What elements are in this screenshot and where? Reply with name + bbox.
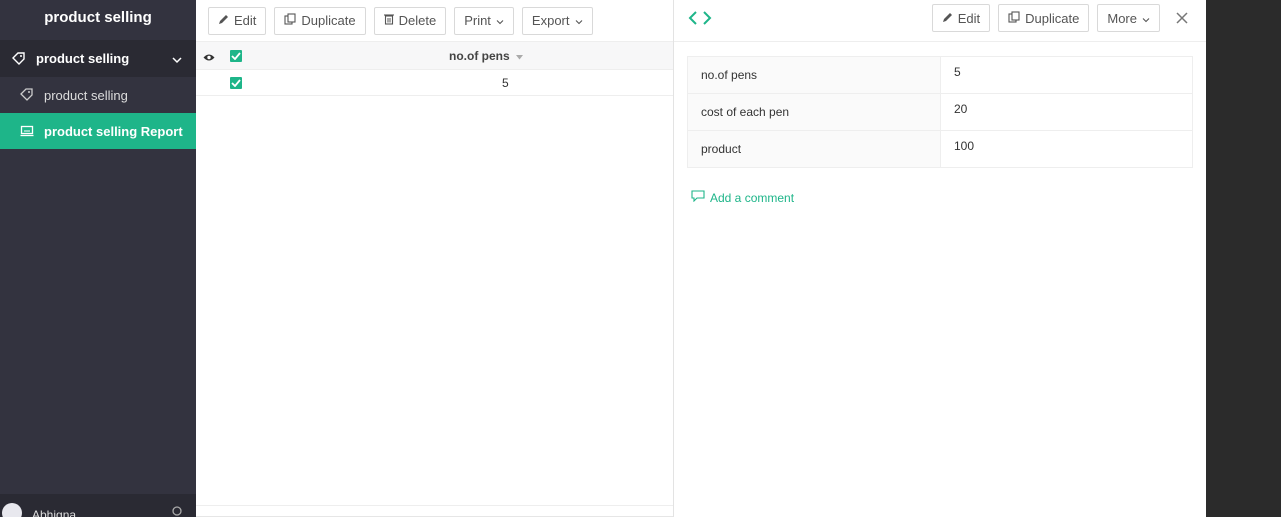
export-button[interactable]: Export: [521, 6, 593, 35]
user-name: Abhigna: [32, 508, 77, 517]
column-header-label: no.of pens: [449, 48, 510, 63]
panel-more-button[interactable]: More: [1097, 4, 1160, 32]
field-value: 5: [940, 56, 1193, 94]
print-button[interactable]: Print: [454, 6, 514, 35]
code-icon[interactable]: [688, 10, 712, 29]
duplicate-button-label: Duplicate: [301, 13, 356, 28]
add-comment-link[interactable]: Add a comment: [691, 190, 794, 205]
avatar[interactable]: [2, 503, 22, 517]
report-icon: [20, 124, 34, 138]
field-label: product: [687, 130, 941, 168]
sidebar-group-label: product selling: [36, 51, 130, 66]
sidebar: product selling product selling product …: [0, 0, 196, 517]
trash-icon: [383, 13, 394, 28]
field-value: 100: [940, 130, 1193, 168]
sidebar-item-product-selling-report[interactable]: product selling Report: [0, 113, 196, 149]
field-value: 20: [940, 93, 1193, 131]
edit-button[interactable]: Edit: [208, 6, 267, 35]
print-button-label: Print: [464, 13, 491, 28]
column-header-no-of-pens[interactable]: no.of pens: [449, 49, 523, 63]
chevron-down-icon: [496, 13, 504, 28]
pencil-icon: [942, 11, 953, 26]
panel-duplicate-label: Duplicate: [1025, 10, 1080, 26]
sidebar-group-product-selling[interactable]: product selling: [0, 40, 196, 77]
chevron-down-icon[interactable]: [172, 52, 182, 67]
panel-edit-label: Edit: [957, 10, 981, 26]
field-label: cost of each pen: [687, 93, 941, 131]
list-header: no.of pens: [196, 42, 673, 70]
detail-row: cost of each pen 20: [687, 93, 1193, 131]
duplicate-icon: [284, 13, 296, 28]
detail-table: no.of pens 5 cost of each pen 20 product…: [687, 56, 1193, 168]
tag-icon: [12, 51, 26, 66]
sort-caret-icon[interactable]: [515, 49, 523, 63]
detail-row: no.of pens 5: [687, 56, 1193, 94]
background-backdrop: [1206, 0, 1281, 517]
panel-duplicate-button[interactable]: Duplicate: [998, 4, 1090, 32]
pencil-icon: [218, 13, 229, 28]
list-toolbar: Edit Duplicate Delete Print Export: [196, 0, 673, 42]
add-comment-label: Add a comment: [710, 190, 795, 205]
list-view: Edit Duplicate Delete Print Export no.of…: [196, 0, 673, 517]
table-row[interactable]: 5: [196, 70, 673, 96]
search-icon[interactable]: [172, 506, 184, 517]
app-title: product selling: [44, 9, 152, 26]
comment-icon: [691, 190, 705, 205]
duplicate-button[interactable]: Duplicate: [274, 6, 366, 35]
table-cell-no-of-pens: 5: [502, 75, 509, 90]
panel-edit-button[interactable]: Edit: [931, 4, 991, 32]
detail-panel: Edit Duplicate More no.of pens 5 cost of…: [673, 0, 1206, 517]
panel-header: Edit Duplicate More: [674, 0, 1206, 42]
delete-button[interactable]: Delete: [373, 6, 447, 35]
sidebar-item-label: product selling: [44, 87, 128, 103]
panel-more-label: More: [1107, 10, 1137, 26]
eye-icon[interactable]: [203, 50, 215, 65]
tag-icon: [20, 88, 34, 102]
chevron-down-icon: [575, 13, 583, 28]
select-all-checkbox[interactable]: [230, 49, 242, 62]
edit-button-label: Edit: [234, 13, 257, 28]
user-footer[interactable]: Abhigna: [0, 494, 196, 517]
panel-actions: Edit Duplicate More: [931, 4, 1160, 32]
sidebar-item-label: product selling Report: [44, 123, 183, 139]
row-checkbox[interactable]: [230, 76, 242, 89]
close-icon[interactable]: [1176, 12, 1188, 27]
field-label: no.of pens: [687, 56, 941, 94]
delete-button-label: Delete: [398, 13, 437, 28]
detail-row: product 100: [687, 130, 1193, 168]
sidebar-item-product-selling[interactable]: product selling: [0, 77, 196, 113]
chevron-down-icon: [1142, 11, 1150, 26]
export-button-label: Export: [531, 13, 570, 28]
divider: [196, 505, 673, 506]
duplicate-icon: [1008, 10, 1020, 26]
